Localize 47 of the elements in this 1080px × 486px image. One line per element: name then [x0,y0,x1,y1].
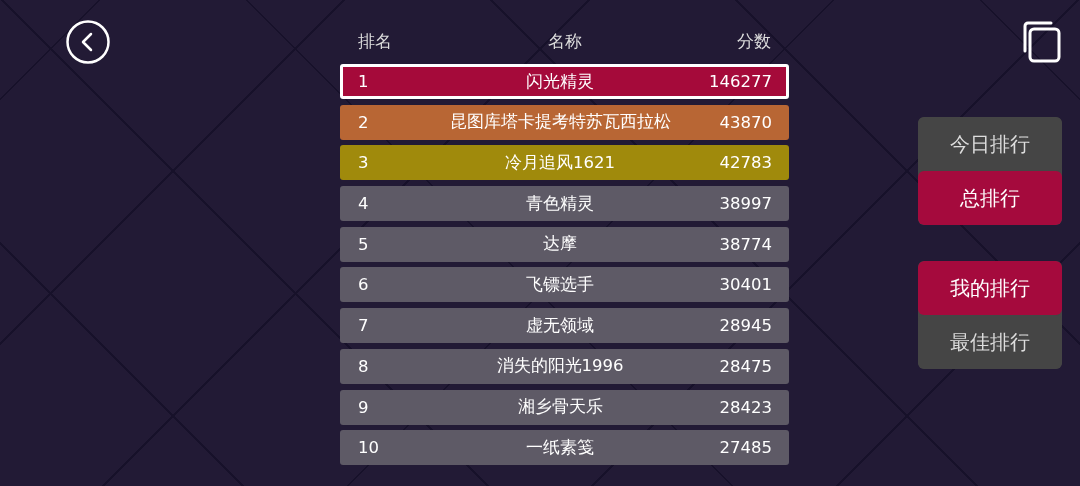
score-cell-text: 28423 [718,397,772,417]
score-header: 分数 [736,29,771,53]
rank-cell-text: 7 [358,316,370,336]
name-cell-text: 冷月追风1621 [504,151,616,174]
score-cell-text: 43870 [718,112,772,132]
score-cell-text: 28475 [718,356,772,376]
rank-cell-text: 8 [358,356,370,376]
back-icon [66,20,110,64]
score-cell-text: 38774 [718,234,772,254]
back-button[interactable] [66,20,110,64]
leaderboard-row[interactable]: 8 消失的阳光1996 28475 [340,348,789,384]
rank-cell-text: 6 [358,275,370,295]
name-cell-text: 青色精灵 [525,192,595,215]
rank-cell-text: 4 [358,194,370,214]
score-cell-text: 38997 [718,194,772,214]
name-cell-text: 一纸素笺 [525,436,595,459]
rank-header: 排名 [358,29,393,53]
name-cell-text: 昆图库塔卡提考特苏瓦西拉松 [448,111,672,134]
rank-cell-text: 1 [358,72,370,91]
name-cell-text: 闪光精灵 [525,70,595,93]
name-cell-text: 达摩 [542,233,578,256]
rank-cell-text: 3 [358,153,370,173]
name-cell-text: 飞镖选手 [525,273,595,296]
leaderboard-row[interactable]: 7 虚无领域 28945 [340,308,789,344]
score-cell-text: 27485 [718,438,772,458]
leaderboard-row[interactable]: 5 达摩 38774 [340,226,789,262]
rank-cell-text: 5 [358,234,370,254]
ranking-tab[interactable]: 总排行 [918,171,1062,225]
rank-cell-text: 9 [358,397,370,417]
name-cell-text: 消失的阳光1996 [495,355,625,378]
leaderboard-row[interactable]: 9 湘乡骨天乐 28423 [340,389,789,425]
leaderboard-row[interactable]: 6 飞镖选手 30401 [340,267,789,303]
name-header: 名称 [546,29,583,53]
leaderboard-row[interactable]: 2 昆图库塔卡提考特苏瓦西拉松 43870 [340,104,789,140]
leaderboard-row[interactable]: 10 一纸素笺 27485 [340,430,789,466]
rank-cell-text: 10 [358,438,380,458]
name-cell-text: 虚无领域 [525,314,595,337]
rank-cell-text: 2 [358,112,370,132]
leaderboard-row[interactable]: 3 冷月追风1621 42783 [340,145,789,181]
leaderboard-row[interactable]: 1 闪光精灵 146277 [340,64,789,99]
score-cell-text: 146277 [708,72,772,91]
score-cell-text: 42783 [718,153,772,173]
name-cell-text: 湘乡骨天乐 [516,396,604,418]
leaderboard-row[interactable]: 4 青色精灵 38997 [340,186,789,222]
score-cell-text: 30401 [718,275,772,295]
score-cell-text: 28945 [718,316,772,336]
ranking-tab[interactable]: 我的排行 [918,261,1062,315]
